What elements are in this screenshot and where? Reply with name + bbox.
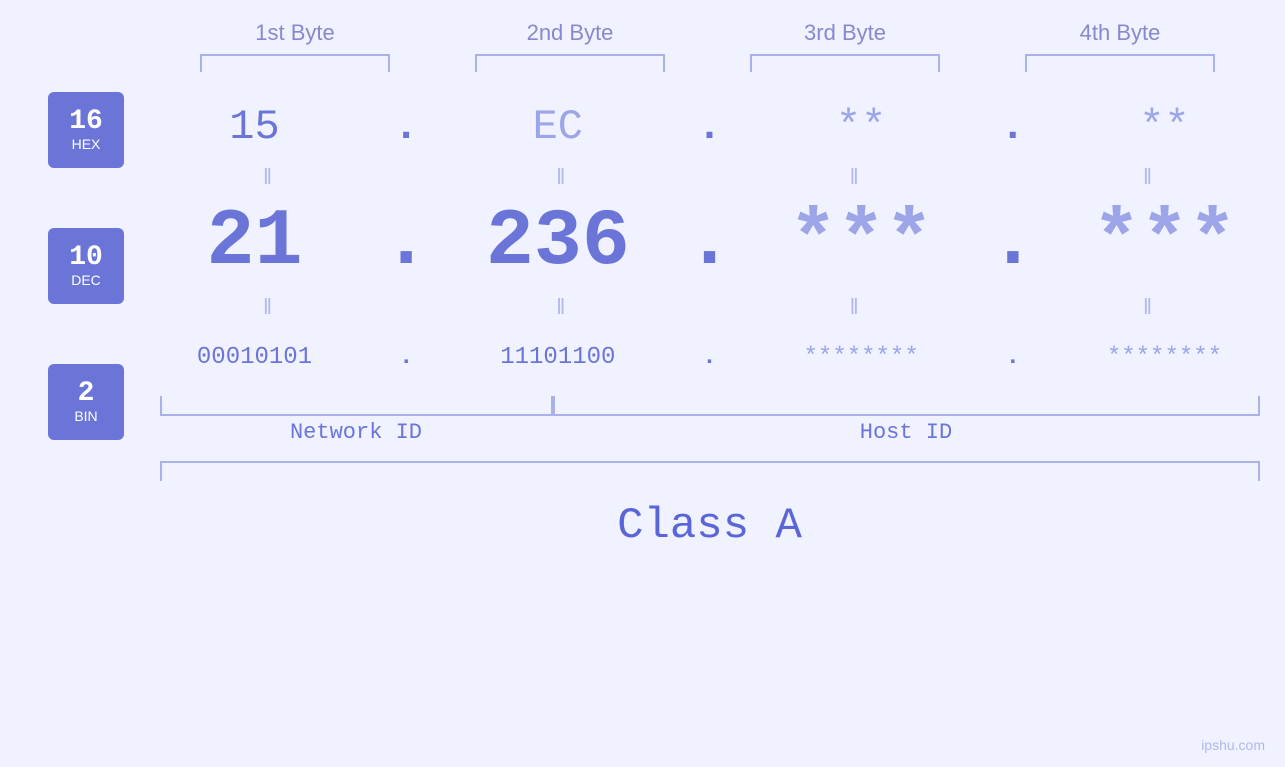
- eq1: ‖: [160, 164, 380, 190]
- bracket-byte3: [750, 54, 940, 72]
- hex-dot3: .: [1000, 103, 1025, 151]
- eq8: ‖: [1039, 294, 1259, 320]
- bracket-byte4: [1025, 54, 1215, 72]
- eq-row-1: ‖ ‖ ‖ ‖: [160, 162, 1260, 192]
- hex-badge: 16 HEX: [48, 92, 124, 168]
- bin-badge-num: 2: [78, 380, 95, 408]
- bin-byte1: 00010101: [160, 344, 350, 371]
- hex-byte4: **: [1069, 103, 1259, 151]
- bracket-byte1: [200, 54, 390, 72]
- class-label: Class A: [617, 501, 802, 551]
- bin-badge: 2 BIN: [48, 364, 124, 440]
- hex-dot2: .: [697, 103, 722, 151]
- watermark: ipshu.com: [1201, 737, 1265, 753]
- bottom-labels: Network ID Host ID: [160, 420, 1260, 445]
- dec-byte1: 21: [160, 197, 350, 288]
- byte-headers: 1st Byte 2nd Byte 3rd Byte 4th Byte: [158, 20, 1258, 46]
- hex-row: 15 . EC . ** . **: [160, 92, 1260, 162]
- main-data-area: 16 HEX 10 DEC 2 BIN 15 . EC . ** . **: [0, 82, 1285, 551]
- bin-dot2: .: [702, 344, 716, 371]
- eq2: ‖: [453, 164, 673, 190]
- dec-dot1: .: [382, 197, 430, 288]
- bin-byte4: ********: [1069, 344, 1259, 371]
- byte1-header: 1st Byte: [185, 20, 405, 46]
- dec-dot3: .: [989, 197, 1037, 288]
- dec-row: 21 . 236 . *** . ***: [160, 192, 1260, 292]
- byte2-header: 2nd Byte: [460, 20, 680, 46]
- main-container: 1st Byte 2nd Byte 3rd Byte 4th Byte 16 H…: [0, 0, 1285, 767]
- top-brackets-row: [158, 54, 1258, 72]
- hex-dot1: .: [394, 103, 419, 151]
- bin-byte2: 11101100: [463, 344, 653, 371]
- hex-byte1: 15: [160, 103, 350, 151]
- data-section: 15 . EC . ** . ** ‖ ‖ ‖ ‖ 21 . 236 .: [134, 82, 1285, 551]
- hex-byte3: **: [766, 103, 956, 151]
- eq4: ‖: [1039, 164, 1259, 190]
- bin-byte3: ********: [766, 344, 956, 371]
- hex-badge-base: HEX: [72, 136, 101, 152]
- dec-byte3: ***: [766, 197, 956, 288]
- bracket-byte2: [475, 54, 665, 72]
- bin-dot1: .: [399, 344, 413, 371]
- eq-row-2: ‖ ‖ ‖ ‖: [160, 292, 1260, 322]
- network-bracket: [160, 396, 553, 416]
- byte3-header: 3rd Byte: [735, 20, 955, 46]
- eq7: ‖: [746, 294, 966, 320]
- host-bracket: [553, 396, 1260, 416]
- bottom-brackets: [160, 396, 1260, 416]
- dec-dot2: .: [685, 197, 733, 288]
- dec-byte2: 236: [463, 197, 653, 288]
- hex-byte2: EC: [463, 103, 653, 151]
- bin-row: 00010101 . 11101100 . ******** . *******…: [160, 322, 1260, 392]
- network-id-label: Network ID: [160, 420, 553, 445]
- bin-badge-base: BIN: [74, 408, 97, 424]
- host-id-label: Host ID: [553, 420, 1260, 445]
- eq3: ‖: [746, 164, 966, 190]
- class-bracket: [160, 461, 1260, 481]
- eq5: ‖: [160, 294, 380, 320]
- dec-badge-base: DEC: [71, 272, 101, 288]
- byte4-header: 4th Byte: [1010, 20, 1230, 46]
- dec-badge: 10 DEC: [48, 228, 124, 304]
- hex-badge-num: 16: [69, 108, 103, 136]
- eq6: ‖: [453, 294, 673, 320]
- dec-byte4: ***: [1069, 197, 1259, 288]
- dec-badge-num: 10: [69, 244, 103, 272]
- base-labels-col: 16 HEX 10 DEC 2 BIN: [0, 92, 124, 440]
- bin-dot3: .: [1006, 344, 1020, 371]
